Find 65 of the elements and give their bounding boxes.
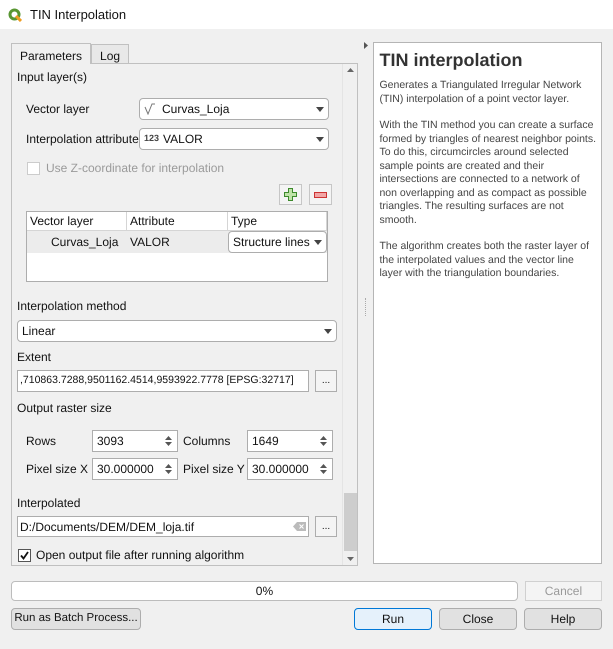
spin-box[interactable]: 30.000000 (247, 458, 333, 480)
scroll-thumb[interactable] (344, 493, 356, 551)
dialog-button[interactable]: Run (354, 608, 432, 630)
section-label: Input layer(s) (17, 69, 88, 86)
remove-button[interactable] (309, 184, 332, 205)
plus-icon (284, 188, 297, 201)
caret-icon (314, 240, 322, 244)
column-header: Vector layer (27, 212, 127, 230)
spin-arrows-icon (319, 435, 328, 447)
extent-options-button[interactable]: ... (315, 370, 337, 392)
section-label: Interpolated (17, 495, 82, 512)
batch-process-button[interactable]: Run as Batch Process... (11, 608, 141, 630)
section-label: Extent (17, 349, 52, 366)
caret-icon (316, 136, 324, 142)
table-cell-text: VALOR (129, 234, 171, 251)
dropdown[interactable]: 123 VALOR (139, 128, 329, 150)
line-layer-icon (144, 103, 158, 115)
dropdown[interactable]: Structure lines (228, 231, 327, 253)
help-paragraph: With the TIN method you can create a surface formed by triangles of nearest neighbor points. To do this, circumcircles around selected sample points are created and their intersections are connected to a network of non overlapping and as compact as possible triangles. The resulting surfaces are not smooth. (379, 119, 596, 227)
field-label: Pixel size Y (183, 461, 246, 478)
spin-box[interactable]: 3093 (92, 430, 178, 452)
scroll-down-icon (346, 557, 354, 561)
help-title: TIN interpolation (379, 49, 524, 71)
numeric-type-label: 123 (144, 132, 160, 146)
extent-field[interactable]: ,710863.7288,9501162.4514,9593922.7778 [EPSG:32717] (17, 370, 309, 392)
spin-arrows-icon (164, 463, 173, 475)
file-browse-button[interactable]: ... (315, 516, 337, 537)
field-label: Columns (183, 433, 232, 450)
checkbox-label: Open output file after running algorithm (36, 547, 244, 564)
clear-icon (293, 522, 306, 531)
collapse-arrow-icon[interactable] (364, 42, 368, 49)
section-label: Interpolation method (17, 298, 128, 315)
tab[interactable]: Log (91, 44, 130, 63)
caret-icon (316, 106, 324, 112)
field-label: Pixel size X (26, 461, 90, 478)
scrollbar[interactable] (342, 64, 357, 565)
section-label: Output raster size (17, 400, 113, 417)
spin-arrows-icon (164, 435, 173, 447)
minus-icon (314, 192, 327, 198)
help-paragraph: Generates a Triangulated Irregular Network (TIN) interpolation of a point vector layer. (379, 79, 582, 106)
spin-box[interactable]: 1649 (247, 430, 333, 452)
checkbox[interactable] (18, 548, 31, 562)
checkbox-label: Use Z-coordinate for interpolation (46, 160, 224, 177)
splitter-handle[interactable] (365, 298, 366, 316)
dropdown[interactable]: Linear (17, 320, 337, 342)
spin-box[interactable]: 30.000000 (92, 458, 178, 480)
column-header: Attribute (127, 212, 228, 230)
column-header: Type (228, 212, 327, 230)
progress-text: 0% (256, 583, 274, 600)
window-title: TIN Interpolation (30, 6, 126, 24)
app-logo-icon (8, 8, 22, 22)
field-label: Vector layer (26, 101, 90, 118)
spin-arrows-icon (319, 463, 328, 475)
dialog-button[interactable]: Close (439, 608, 517, 630)
table-cell-text: Curvas_Loja (50, 234, 120, 251)
field-label: Interpolation attribute (26, 131, 139, 148)
caret-icon (324, 328, 332, 334)
output-file-field[interactable]: D:/Documents/DEM/DEM_loja.tif (17, 516, 309, 537)
dialog-button[interactable]: Help (524, 608, 602, 630)
scroll-up-icon (346, 68, 354, 72)
tab[interactable]: Parameters (11, 43, 92, 64)
dropdown[interactable]: Curvas_Loja (139, 98, 329, 120)
field-label: Rows (26, 433, 58, 450)
add-button[interactable] (279, 184, 302, 205)
help-paragraph: The algorithm creates both the raster layer of the interpolated values and the vector line layer with the triangulation boundaries. (379, 240, 590, 280)
